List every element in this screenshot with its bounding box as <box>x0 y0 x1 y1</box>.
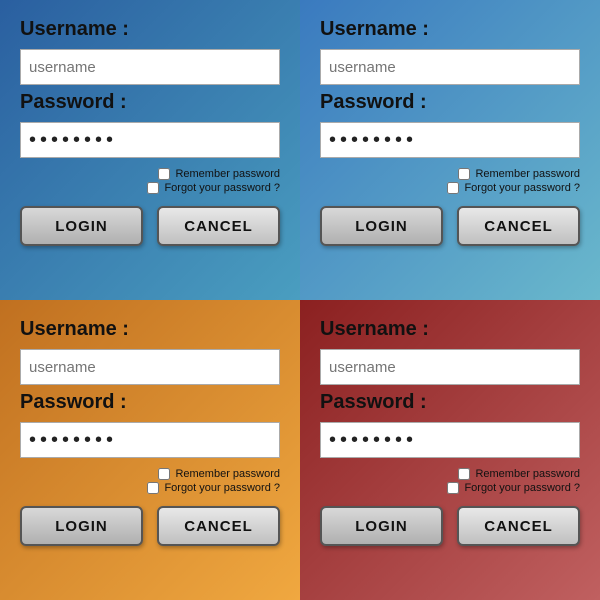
forgot-label-4: Forgot your password ? <box>464 482 580 494</box>
forgot-checkbox-4[interactable] <box>447 482 459 494</box>
forgot-row-4[interactable]: Forgot your password ? <box>447 482 580 494</box>
remember-row-3[interactable]: Remember password <box>158 468 280 480</box>
checkboxes-3: Remember password Forgot your password ? <box>20 468 280 494</box>
remember-checkbox-4[interactable] <box>458 468 470 480</box>
remember-label-3: Remember password <box>175 468 280 480</box>
password-input-4[interactable] <box>320 422 580 458</box>
checkboxes-2: Remember password Forgot your password ? <box>320 168 580 194</box>
buttons-4: LOGIN CANCEL <box>320 506 580 546</box>
buttons-2: LOGIN CANCEL <box>320 206 580 246</box>
login-panel-3: Username : Password : Remember password … <box>0 300 300 600</box>
login-button-4[interactable]: LOGIN <box>320 506 443 546</box>
remember-checkbox-2[interactable] <box>458 168 470 180</box>
remember-label-2: Remember password <box>475 168 580 180</box>
cancel-button-2[interactable]: CANCEL <box>457 206 580 246</box>
username-label-1: Username : <box>20 18 280 41</box>
password-input-3[interactable] <box>20 422 280 458</box>
forgot-label-1: Forgot your password ? <box>164 182 280 194</box>
login-panel-1: Username : Password : Remember password … <box>0 0 300 300</box>
username-label-2: Username : <box>320 18 580 41</box>
username-label-4: Username : <box>320 318 580 341</box>
remember-label-1: Remember password <box>175 168 280 180</box>
remember-row-4[interactable]: Remember password <box>458 468 580 480</box>
remember-row-1[interactable]: Remember password <box>158 168 280 180</box>
remember-row-2[interactable]: Remember password <box>458 168 580 180</box>
password-label-3: Password : <box>20 391 280 414</box>
username-input-2[interactable] <box>320 49 580 85</box>
password-label-2: Password : <box>320 91 580 114</box>
forgot-row-3[interactable]: Forgot your password ? <box>147 482 280 494</box>
forgot-checkbox-3[interactable] <box>147 482 159 494</box>
forgot-row-1[interactable]: Forgot your password ? <box>147 182 280 194</box>
forgot-row-2[interactable]: Forgot your password ? <box>447 182 580 194</box>
checkboxes-4: Remember password Forgot your password ? <box>320 468 580 494</box>
forgot-checkbox-2[interactable] <box>447 182 459 194</box>
username-label-3: Username : <box>20 318 280 341</box>
login-button-1[interactable]: LOGIN <box>20 206 143 246</box>
login-button-2[interactable]: LOGIN <box>320 206 443 246</box>
checkboxes-1: Remember password Forgot your password ? <box>20 168 280 194</box>
username-input-1[interactable] <box>20 49 280 85</box>
password-input-2[interactable] <box>320 122 580 158</box>
password-label-1: Password : <box>20 91 280 114</box>
remember-checkbox-1[interactable] <box>158 168 170 180</box>
password-label-4: Password : <box>320 391 580 414</box>
remember-label-4: Remember password <box>475 468 580 480</box>
cancel-button-4[interactable]: CANCEL <box>457 506 580 546</box>
username-input-3[interactable] <box>20 349 280 385</box>
username-input-4[interactable] <box>320 349 580 385</box>
login-panel-4: Username : Password : Remember password … <box>300 300 600 600</box>
login-button-3[interactable]: LOGIN <box>20 506 143 546</box>
cancel-button-1[interactable]: CANCEL <box>157 206 280 246</box>
remember-checkbox-3[interactable] <box>158 468 170 480</box>
forgot-label-3: Forgot your password ? <box>164 482 280 494</box>
buttons-3: LOGIN CANCEL <box>20 506 280 546</box>
password-input-1[interactable] <box>20 122 280 158</box>
forgot-checkbox-1[interactable] <box>147 182 159 194</box>
cancel-button-3[interactable]: CANCEL <box>157 506 280 546</box>
forgot-label-2: Forgot your password ? <box>464 182 580 194</box>
buttons-1: LOGIN CANCEL <box>20 206 280 246</box>
login-panel-2: Username : Password : Remember password … <box>300 0 600 300</box>
